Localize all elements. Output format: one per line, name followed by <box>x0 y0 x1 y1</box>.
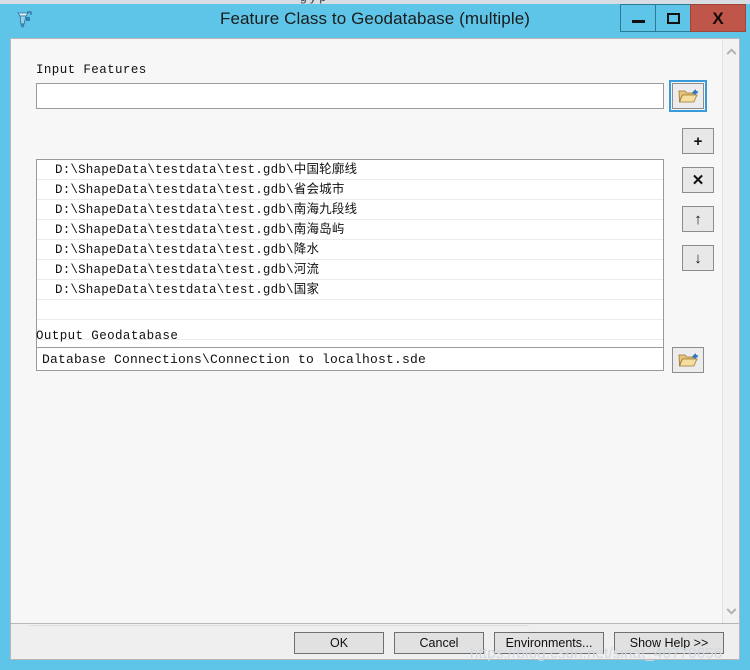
maximize-icon <box>666 12 680 24</box>
close-icon: X <box>712 8 724 28</box>
close-button[interactable]: X <box>690 4 746 32</box>
chevron-down-icon[interactable] <box>723 602 739 619</box>
input-features-browse-button[interactable] <box>669 80 707 112</box>
list-item[interactable]: D:\ShapeData\testdata\test.gdb\国家 <box>37 280 663 300</box>
minimize-icon <box>631 19 645 23</box>
list-item-empty[interactable] <box>37 300 663 320</box>
dialog-client-area: Input Features D:\ShapeData\testdata\tes… <box>10 38 740 624</box>
add-value-button[interactable]: + <box>682 128 714 154</box>
page-watermark: https://blog.csdn.net/sinat_40770656 <box>470 645 723 662</box>
move-up-button[interactable]: ↑ <box>682 206 714 232</box>
dialog-window: g y p Feature Class to Geodatabase (mult… <box>0 0 750 670</box>
list-item[interactable]: D:\ShapeData\testdata\test.gdb\河流 <box>37 260 663 280</box>
footer-divider <box>29 625 529 626</box>
maximize-button[interactable] <box>655 4 691 32</box>
list-item[interactable]: D:\ShapeData\testdata\test.gdb\降水 <box>37 240 663 260</box>
input-features-label: Input Features <box>36 63 147 77</box>
ok-button[interactable]: OK <box>294 632 384 654</box>
plus-icon: + <box>693 132 703 150</box>
move-down-button[interactable]: ↓ <box>682 245 714 271</box>
output-geodatabase-label: Output Geodatabase <box>36 329 179 343</box>
input-features-input[interactable] <box>36 83 664 109</box>
list-item[interactable]: D:\ShapeData\testdata\test.gdb\省会城市 <box>37 180 663 200</box>
minimize-button[interactable] <box>620 4 656 32</box>
dialog-scrollbar[interactable] <box>722 39 739 623</box>
title-bar[interactable]: Feature Class to Geodatabase (multiple) … <box>0 4 750 34</box>
arrow-down-icon: ↓ <box>694 249 702 267</box>
remove-value-button[interactable]: ✕ <box>682 167 714 193</box>
list-item[interactable]: D:\ShapeData\testdata\test.gdb\南海九段线 <box>37 200 663 220</box>
folder-open-icon <box>678 88 698 103</box>
chevron-up-icon[interactable] <box>723 43 739 60</box>
window-controls: X <box>620 4 746 32</box>
output-geodatabase-browse-button[interactable] <box>672 347 704 373</box>
x-icon: ✕ <box>691 171 705 189</box>
arrow-up-icon: ↑ <box>694 210 702 228</box>
output-geodatabase-input[interactable] <box>36 347 664 371</box>
list-item[interactable]: D:\ShapeData\testdata\test.gdb\中国轮廓线 <box>37 160 663 180</box>
folder-open-icon <box>678 352 698 367</box>
list-item[interactable]: D:\ShapeData\testdata\test.gdb\南海岛屿 <box>37 220 663 240</box>
